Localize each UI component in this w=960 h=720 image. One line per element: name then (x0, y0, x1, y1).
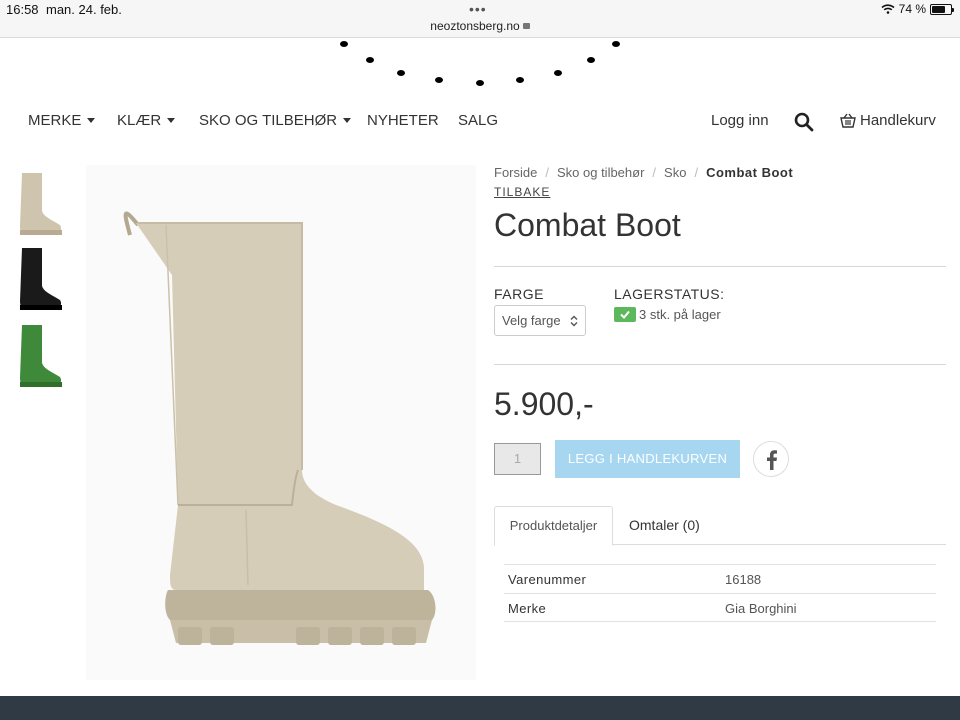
nav-item-sko-og-tilbehor[interactable]: SKO OG TILBEHØR (199, 112, 352, 129)
nav-item-nyheter[interactable]: NYHETER (367, 112, 439, 129)
basket-icon (840, 113, 856, 128)
battery-percent: 74 % (898, 2, 926, 16)
boot-image (123, 211, 436, 645)
battery-icon (930, 3, 954, 15)
breadcrumb-separator: / (545, 165, 549, 180)
detail-value[interactable]: Gia Borghini (725, 601, 797, 616)
cart-label: Handlekurv (860, 112, 936, 129)
caret-down-icon (87, 118, 96, 123)
table-row: Varenummer 16188 (504, 564, 936, 593)
caret-down-icon (343, 118, 352, 123)
divider (494, 364, 946, 365)
nav-label: SKO OG TILBEHØR (199, 112, 338, 129)
thumbnail-green[interactable] (14, 322, 66, 390)
status-date: man. 24. feb. (46, 2, 122, 17)
breadcrumb-current: Combat Boot (706, 165, 794, 180)
back-link[interactable]: TILBAKE (494, 185, 550, 199)
boot-thumbnail-image (20, 173, 62, 235)
facebook-share-button[interactable] (753, 441, 789, 477)
cart-link[interactable]: Handlekurv (840, 112, 936, 129)
nav-label: MERKE (28, 112, 82, 129)
detail-key: Merke (508, 601, 547, 616)
checkmark-icon (614, 307, 636, 322)
select-arrows-icon (570, 315, 578, 327)
detail-value: 16188 (725, 572, 762, 587)
breadcrumb: Forside / Sko og tilbehør / Sko / Combat Boot (494, 165, 793, 180)
nav-label: SALG (458, 112, 499, 129)
detail-key: Varenummer (508, 572, 587, 587)
tab-omtaler[interactable]: Omtaler (0) (629, 506, 700, 545)
product-price: 5.900,- (494, 386, 594, 422)
site-logo[interactable] (330, 38, 630, 98)
caret-down-icon (167, 118, 176, 123)
breadcrumb-separator: / (652, 165, 657, 180)
stock-text: 3 stk. på lager (639, 307, 721, 322)
nav-label: NYHETER (367, 112, 439, 129)
boot-thumbnail-image (20, 248, 62, 310)
nav-label: KLÆR (117, 112, 162, 129)
status-indicators: 74 % (881, 2, 954, 16)
facebook-icon (767, 450, 777, 470)
nav-item-klaer[interactable]: KLÆR (117, 112, 176, 129)
color-label: FARGE (494, 286, 544, 302)
thumbnail-beige[interactable] (14, 170, 66, 238)
breadcrumb-separator: / (694, 165, 699, 180)
product-main-image[interactable] (86, 165, 476, 680)
wifi-icon (881, 4, 895, 14)
status-time: 16:58 (6, 2, 39, 17)
details-table: Varenummer 16188 Merke Gia Borghini (504, 564, 936, 622)
nav-item-salg[interactable]: SALG (458, 112, 498, 129)
tab-produktdetaljer[interactable]: Produktdetaljer (494, 506, 613, 546)
stock-status: 3 stk. på lager (614, 305, 724, 324)
nav-item-merke[interactable]: MERKE (28, 112, 96, 129)
product-tabs: Produktdetaljer Omtaler (0) (494, 506, 946, 546)
color-select-value: Velg farge (502, 313, 561, 328)
breadcrumb-forside[interactable]: Forside (494, 165, 537, 180)
color-select[interactable]: Velg farge (494, 305, 586, 336)
lock-icon (522, 23, 530, 29)
ios-status-bar: 16:58 man. 24. feb. ••• neoztonsberg.no … (0, 0, 960, 38)
url-text: neoztonsberg.no (430, 19, 520, 33)
more-dots-icon[interactable]: ••• (469, 2, 487, 16)
add-to-cart-button[interactable]: LEGG I HANDLEKURVEN (555, 440, 740, 478)
search-icon[interactable] (794, 112, 814, 132)
address-bar[interactable]: neoztonsberg.no (0, 19, 960, 33)
breadcrumb-sko-og-tilbehor[interactable]: Sko og tilbehør (557, 165, 644, 180)
table-row: Merke Gia Borghini (504, 593, 936, 622)
breadcrumb-sko[interactable]: Sko (664, 165, 686, 180)
product-title: Combat Boot (494, 207, 681, 243)
boot-thumbnail-image (20, 325, 62, 387)
quantity-input[interactable]: 1 (494, 443, 541, 475)
divider (494, 266, 946, 267)
login-link[interactable]: Logg inn (711, 112, 769, 129)
thumbnail-black[interactable] (14, 245, 66, 313)
footer-bar (0, 696, 960, 720)
stock-label: LAGERSTATUS: (614, 286, 725, 302)
